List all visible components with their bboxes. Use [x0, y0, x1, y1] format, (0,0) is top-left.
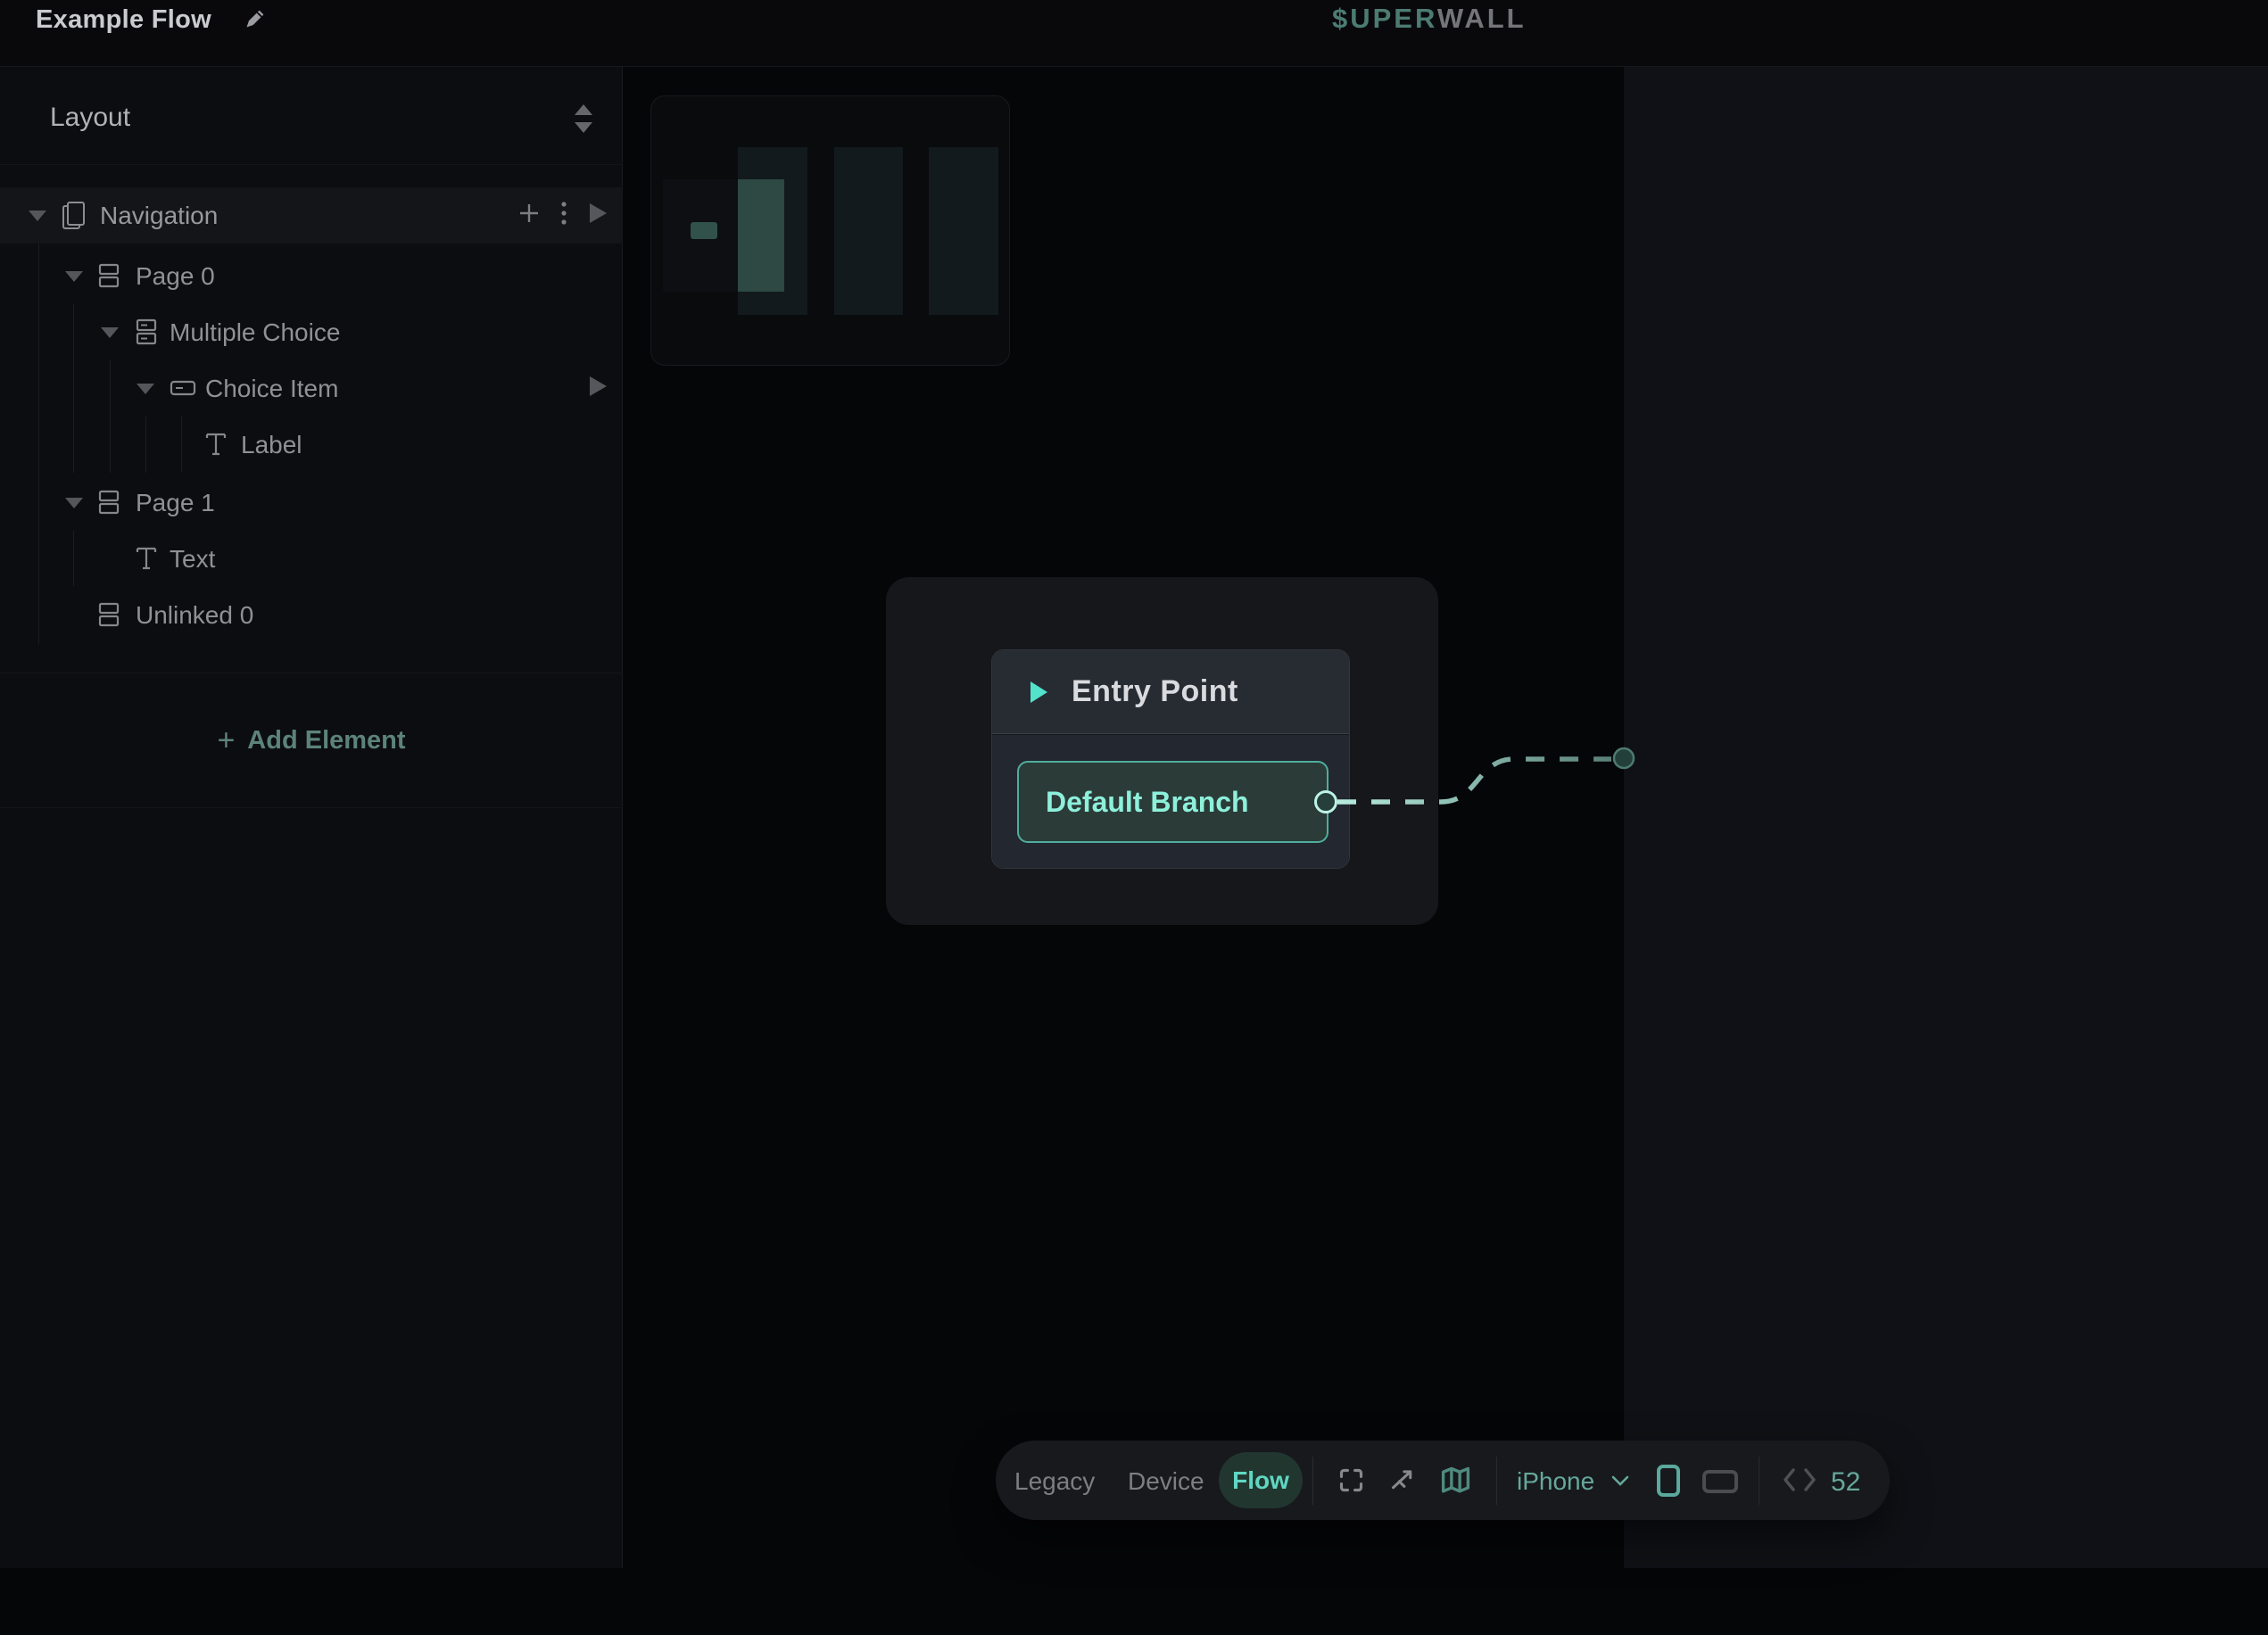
minimap-page-column	[929, 147, 998, 315]
code-count-badge[interactable]: 52	[1831, 1467, 1860, 1498]
flow-minimap[interactable]	[650, 95, 1010, 366]
default-branch-button[interactable]: Default Branch	[1017, 761, 1329, 843]
layout-panel-header: Layout	[0, 67, 623, 165]
flow-tab[interactable]: Flow	[1219, 1452, 1303, 1508]
tree-row-unlinked0[interactable]: Unlinked 0	[0, 587, 623, 643]
tree-item-label: Unlinked 0	[136, 601, 253, 630]
pages-icon	[61, 201, 87, 235]
sort-toggle-icon[interactable]	[571, 101, 596, 136]
tree-item-label: Text	[170, 545, 215, 574]
superwall-logo: $UPERWALL	[1332, 3, 1527, 35]
tree-row-navigation[interactable]: Navigation	[0, 187, 623, 244]
map-icon[interactable]	[1439, 1465, 1472, 1500]
rows-icon	[96, 488, 121, 521]
device-bezel: Experimental Option 1 Option 2 Option 3	[1624, 67, 2268, 1568]
toolbar-divider	[1496, 1457, 1497, 1505]
tree-item-label: Page 1	[136, 489, 215, 517]
flow-tab-label: Flow	[1232, 1466, 1289, 1495]
play-icon[interactable]	[587, 202, 608, 229]
tree-item-label: Label	[241, 431, 302, 459]
logo-suffix: WALL	[1437, 3, 1527, 34]
plus-icon: +	[217, 725, 235, 756]
more-options-icon[interactable]	[560, 201, 567, 230]
device-tab[interactable]: Device	[1128, 1467, 1204, 1496]
chevron-down-icon[interactable]	[1610, 1474, 1630, 1492]
tree-row-multiple-choice[interactable]: Multiple Choice	[0, 304, 623, 360]
add-element-button[interactable]: + Add Element	[0, 673, 623, 808]
tree-row-text[interactable]: Text	[0, 531, 623, 587]
tree-item-label: Choice Item	[205, 375, 338, 403]
minimap-page-column	[834, 147, 903, 315]
collapse-triangle-icon[interactable]	[65, 498, 83, 508]
entry-point-node[interactable]: Entry Point Default Branch	[886, 577, 1438, 925]
play-icon[interactable]	[587, 375, 608, 402]
legacy-tab[interactable]: Legacy	[1014, 1467, 1095, 1496]
tree-row-page0[interactable]: Page 0	[0, 248, 623, 304]
tree-row-choice-item[interactable]: Choice Item	[0, 360, 623, 417]
text-icon	[203, 430, 228, 463]
rows-icon	[96, 261, 121, 294]
top-bar: Example Flow $UPERWALL	[0, 0, 2268, 67]
fullscreen-icon[interactable]	[1337, 1466, 1366, 1499]
landscape-orientation-icon[interactable]	[1701, 1469, 1739, 1499]
node-body: Default Branch	[992, 735, 1349, 869]
rows-icon	[96, 600, 121, 633]
add-child-icon[interactable]	[517, 202, 541, 229]
collapse-triangle-icon[interactable]	[137, 384, 154, 394]
logo-prefix: $UPER	[1332, 3, 1437, 34]
minimap-entry-node	[691, 222, 717, 239]
node-card: Entry Point Default Branch	[991, 649, 1350, 869]
list-rows-icon	[134, 318, 159, 351]
portrait-orientation-icon[interactable]	[1656, 1464, 1681, 1502]
split-branch-icon[interactable]	[1388, 1466, 1418, 1499]
flow-title: Example Flow	[36, 5, 211, 35]
tree-row-page1[interactable]: Page 1	[0, 475, 623, 531]
entry-play-icon	[1029, 681, 1048, 704]
tree-item-label: Navigation	[100, 202, 218, 230]
default-branch-label: Default Branch	[1046, 786, 1249, 819]
choice-pill-icon	[170, 380, 196, 400]
entry-point-label: Entry Point	[1072, 674, 1238, 709]
edit-pencil-icon[interactable]	[243, 7, 267, 36]
collapse-triangle-icon[interactable]	[29, 211, 46, 221]
minimap-viewport	[738, 179, 784, 292]
preview-toolbar: Legacy Device Flow iPhone	[996, 1441, 1890, 1520]
tree-item-label: Page 0	[136, 262, 215, 291]
tree-item-label: Multiple Choice	[170, 318, 340, 347]
tree-row-label[interactable]: Label	[0, 417, 623, 473]
text-icon	[134, 544, 159, 577]
layout-sidebar: Layout Navigation	[0, 67, 623, 1568]
collapse-triangle-icon[interactable]	[101, 327, 119, 338]
code-icon[interactable]	[1783, 1466, 1817, 1498]
device-selector[interactable]: iPhone	[1517, 1467, 1594, 1496]
layout-panel-title: Layout	[50, 103, 130, 133]
node-header[interactable]: Entry Point	[992, 650, 1349, 734]
add-element-label: Add Element	[247, 726, 405, 756]
collapse-triangle-icon[interactable]	[65, 271, 83, 282]
toolbar-divider	[1312, 1457, 1313, 1505]
